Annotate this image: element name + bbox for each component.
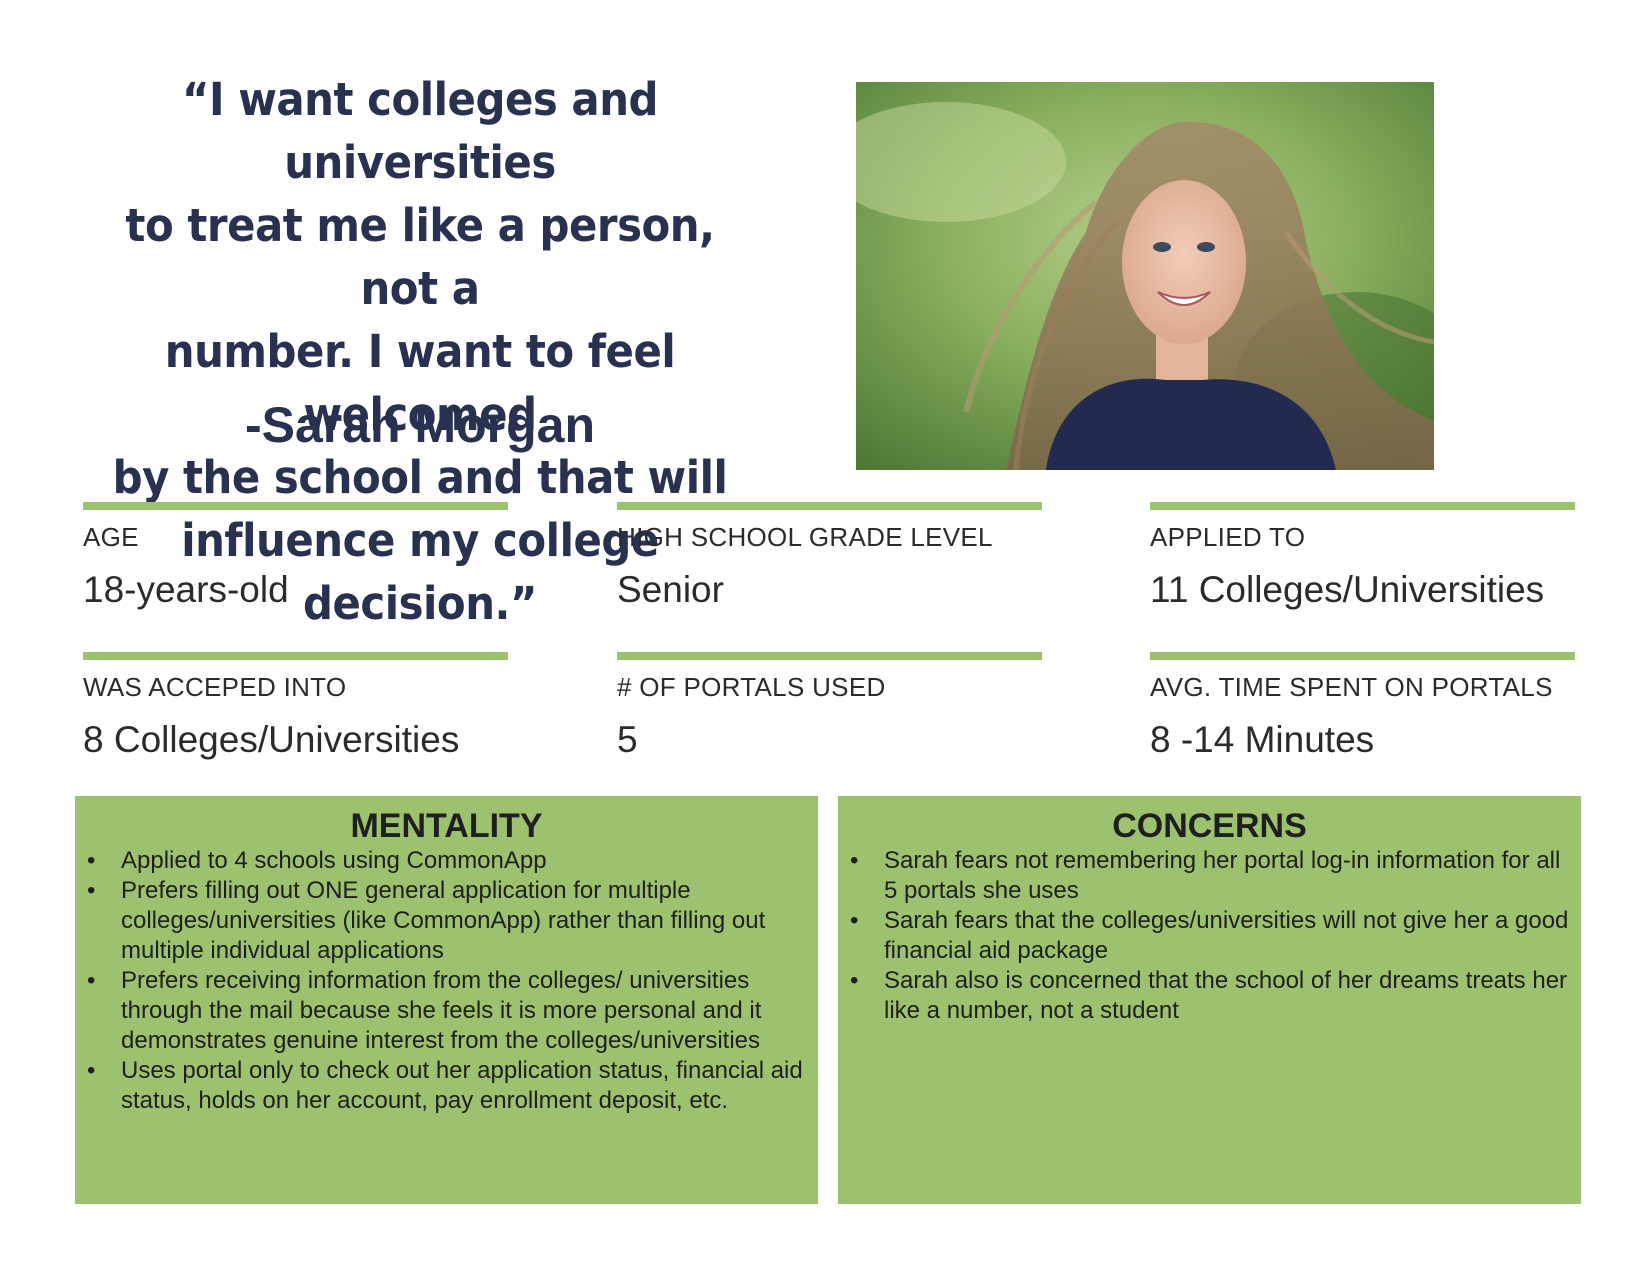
list-item: Sarah fears not remembering her portal l… bbox=[848, 846, 1571, 906]
stat-value: 8 Colleges/Universities bbox=[83, 719, 460, 760]
concerns-title: CONCERNS bbox=[1112, 807, 1307, 845]
mentality-list: Applied to 4 schools using CommonApp Pre… bbox=[85, 846, 808, 1116]
persona-photo bbox=[856, 82, 1434, 470]
stat-label: APPLIED TO bbox=[1150, 522, 1306, 552]
list-item: Sarah also is concerned that the school … bbox=[848, 966, 1571, 1026]
stat-label: # OF PORTALS USED bbox=[617, 672, 886, 702]
divider bbox=[1150, 652, 1575, 660]
list-item: Prefers filling out ONE general applicat… bbox=[85, 876, 808, 966]
divider bbox=[617, 502, 1042, 510]
stat-label: AGE bbox=[83, 522, 139, 552]
concerns-list: Sarah fears not remembering her portal l… bbox=[848, 846, 1571, 1026]
stat-time-on-portals: AVG. TIME SPENT ON PORTALS 8 -14 Minutes bbox=[1150, 652, 1575, 761]
quote-author: -Sarah Morgan bbox=[244, 397, 596, 453]
stat-value: 8 -14 Minutes bbox=[1150, 719, 1375, 760]
divider bbox=[83, 652, 508, 660]
stat-portals-used: # OF PORTALS USED 5 bbox=[617, 652, 1042, 761]
list-item: Prefers receiving information from the c… bbox=[85, 966, 808, 1056]
stat-grade-level: HIGH SCHOOL GRADE LEVEL Senior bbox=[617, 502, 1042, 611]
stat-value: 18-years-old bbox=[83, 569, 289, 610]
quote-line: by the school and that will bbox=[112, 451, 728, 504]
list-item: Sarah fears that the colleges/universiti… bbox=[848, 906, 1571, 966]
list-item: Uses portal only to check out her applic… bbox=[85, 1056, 808, 1116]
stat-label: HIGH SCHOOL GRADE LEVEL bbox=[617, 522, 993, 552]
stat-accepted-into: WAS ACCEPED INTO 8 Colleges/Universities bbox=[83, 652, 508, 761]
quote-line: “I want colleges and universities bbox=[181, 73, 659, 189]
list-item: Applied to 4 schools using CommonApp bbox=[85, 846, 808, 876]
divider bbox=[83, 502, 508, 510]
stat-label: WAS ACCEPED INTO bbox=[83, 672, 347, 702]
concerns-panel: CONCERNS Sarah fears not remembering her… bbox=[838, 796, 1581, 1204]
divider bbox=[617, 652, 1042, 660]
stat-age: AGE 18-years-old bbox=[83, 502, 508, 611]
divider bbox=[1150, 502, 1575, 510]
stat-label: AVG. TIME SPENT ON PORTALS bbox=[1150, 672, 1553, 702]
stat-value: Senior bbox=[617, 569, 724, 610]
quote-line: to treat me like a person, not a bbox=[125, 199, 715, 315]
mentality-panel: MENTALITY Applied to 4 schools using Com… bbox=[75, 796, 818, 1204]
stat-value: 11 Colleges/Universities bbox=[1150, 569, 1545, 610]
stat-applied-to: APPLIED TO 11 Colleges/Universities bbox=[1150, 502, 1575, 611]
mentality-title: MENTALITY bbox=[350, 807, 543, 845]
stat-value: 5 bbox=[617, 719, 638, 760]
